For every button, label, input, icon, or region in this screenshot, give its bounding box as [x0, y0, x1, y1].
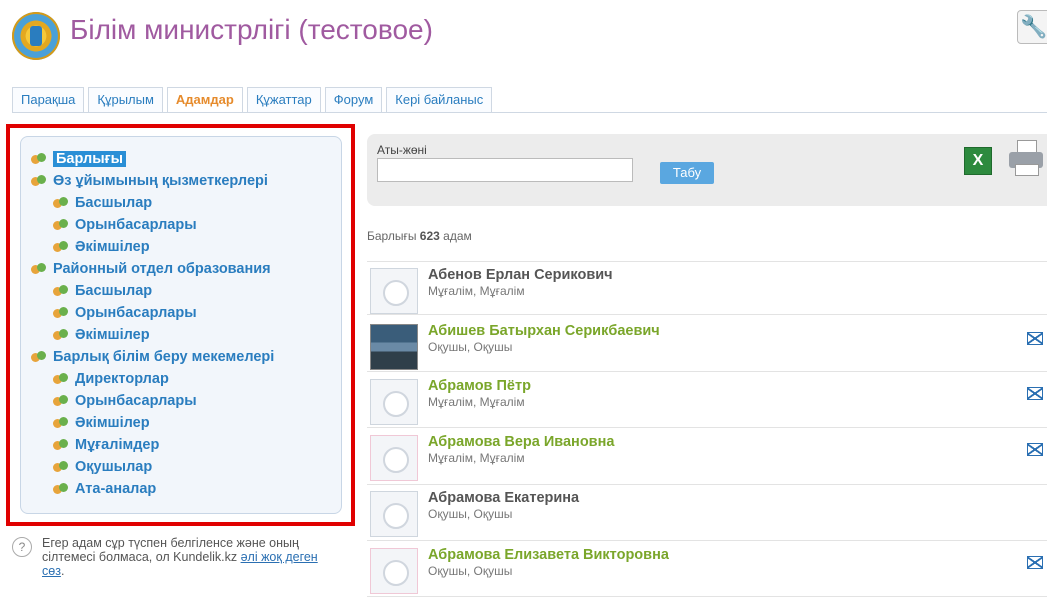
people-icon	[31, 173, 47, 187]
printer-icon[interactable]	[1009, 140, 1045, 176]
list-divider	[367, 371, 1047, 372]
avatar[interactable]	[370, 324, 418, 370]
default-avatar-icon	[383, 280, 409, 306]
people-tree: Барлығы Өз ұйымының қызметкерлері Басшыл…	[20, 136, 342, 514]
person-role: Оқушы, Оқушы	[428, 507, 513, 521]
wrench-icon[interactable]: 🔧	[1017, 10, 1047, 44]
list-item: Абенов Ерлан Серикович Мұғалім, Мұғалім	[370, 262, 1047, 314]
default-avatar-icon	[383, 391, 409, 417]
tree-item-parents[interactable]: Ата-аналар	[53, 481, 156, 497]
name-field-label: Аты-жөні	[377, 143, 427, 157]
person-name[interactable]: Абрамова Вера Ивановна	[428, 434, 614, 450]
person-role: Мұғалім, Мұғалім	[428, 395, 525, 409]
people-icon	[53, 437, 69, 451]
list-item: Абрамов Пётр Мұғалім, Мұғалім	[370, 373, 1047, 425]
avatar[interactable]	[370, 379, 418, 425]
default-avatar-icon	[383, 503, 409, 529]
people-icon	[53, 195, 69, 209]
tab-people[interactable]: Адамдар	[166, 87, 243, 112]
tree-item-school-admins[interactable]: Әкімшілер	[53, 415, 150, 431]
person-name[interactable]: Абрамова Елизавета Викторовна	[428, 547, 669, 563]
people-icon	[53, 393, 69, 407]
tree-item-all-schools[interactable]: Барлық білім беру мекемелері	[31, 349, 274, 365]
tree-item-district-admins[interactable]: Әкімшілер	[53, 327, 150, 343]
person-name[interactable]: Абрамов Пётр	[428, 378, 531, 394]
avatar[interactable]	[370, 268, 418, 314]
people-icon	[31, 151, 47, 165]
tree-item-school-deputies[interactable]: Орынбасарлары	[53, 393, 197, 409]
people-icon	[53, 459, 69, 473]
tree-item-teachers[interactable]: Мұғалімдер	[53, 437, 159, 453]
coat-of-arms-logo	[12, 12, 60, 60]
mail-icon[interactable]	[1027, 556, 1043, 569]
search-panel: Аты-жөні Табу	[367, 134, 1047, 206]
help-note: Егер адам сұр түспен белгіленсе және оны…	[42, 536, 318, 578]
people-icon	[53, 481, 69, 495]
people-icon	[53, 415, 69, 429]
people-icon	[53, 305, 69, 319]
tab-divider	[12, 112, 1047, 113]
tree-item-district-heads[interactable]: Басшылар	[53, 283, 152, 299]
tree-item-all[interactable]: Барлығы	[31, 151, 126, 167]
list-item: Абрамова Вера Ивановна Мұғалім, Мұғалім	[370, 429, 1047, 481]
tree-item-directors[interactable]: Директорлар	[53, 371, 169, 387]
mail-icon[interactable]	[1027, 443, 1043, 456]
tree-item-heads[interactable]: Басшылар	[53, 195, 152, 211]
people-icon	[53, 327, 69, 341]
people-icon	[53, 239, 69, 253]
list-item: Абишев Батырхан Серикбаевич Оқушы, Оқушы	[370, 318, 1047, 370]
help-icon: ?	[12, 537, 32, 557]
person-name[interactable]: Абишев Батырхан Серикбаевич	[428, 323, 660, 339]
name-search-input[interactable]	[377, 158, 633, 182]
tab-documents[interactable]: Құжаттар	[246, 87, 321, 112]
tab-forum[interactable]: Форум	[324, 87, 383, 112]
people-icon	[31, 261, 47, 275]
excel-export-icon[interactable]: X	[964, 147, 992, 175]
list-divider	[367, 427, 1047, 428]
tree-item-students[interactable]: Оқушылар	[53, 459, 152, 475]
tree-item-admins[interactable]: Әкімшілер	[53, 239, 150, 255]
tree-item-own-staff[interactable]: Өз ұйымының қызметкерлері	[31, 173, 268, 189]
tab-structure[interactable]: Құрылым	[88, 87, 163, 112]
list-item: Абрамова Елизавета Викторовна Оқушы, Оқу…	[370, 542, 1047, 594]
list-divider	[367, 314, 1047, 315]
people-icon	[53, 283, 69, 297]
people-icon	[53, 217, 69, 231]
avatar[interactable]	[370, 548, 418, 594]
printer-output	[1015, 164, 1039, 176]
person-role: Оқушы, Оқушы	[428, 564, 513, 578]
mail-icon[interactable]	[1027, 332, 1043, 345]
people-tree-highlight: Барлығы Өз ұйымының қызметкерлері Басшыл…	[6, 124, 355, 526]
tree-item-district[interactable]: Районный отдел образования	[31, 261, 271, 277]
tab-page[interactable]: Парақша	[12, 87, 85, 112]
search-button[interactable]: Табу	[660, 162, 714, 184]
people-count: Барлығы 623 адам	[367, 229, 472, 243]
page-title: Білім министрлігі (тестовое)	[70, 14, 433, 45]
mail-icon[interactable]	[1027, 387, 1043, 400]
avatar[interactable]	[370, 435, 418, 481]
list-item: Абрамова Екатерина Оқушы, Оқушы	[370, 485, 1047, 537]
person-role: Оқушы, Оқушы	[428, 340, 513, 354]
default-avatar-icon	[383, 560, 409, 586]
person-name: Абенов Ерлан Серикович	[428, 267, 613, 283]
list-divider	[367, 596, 1047, 597]
person-name: Абрамова Екатерина	[428, 490, 580, 506]
list-divider	[367, 540, 1047, 541]
default-avatar-icon	[383, 447, 409, 473]
person-role: Мұғалім, Мұғалім	[428, 284, 525, 298]
people-icon	[53, 371, 69, 385]
tab-bar: Парақша Құрылым Адамдар Құжаттар Форум К…	[12, 87, 496, 113]
tab-feedback[interactable]: Кері байланыс	[386, 87, 493, 112]
people-icon	[31, 349, 47, 363]
avatar[interactable]	[370, 491, 418, 537]
tree-item-district-deputies[interactable]: Орынбасарлары	[53, 305, 197, 321]
person-role: Мұғалім, Мұғалім	[428, 451, 525, 465]
tree-item-deputies[interactable]: Орынбасарлары	[53, 217, 197, 233]
